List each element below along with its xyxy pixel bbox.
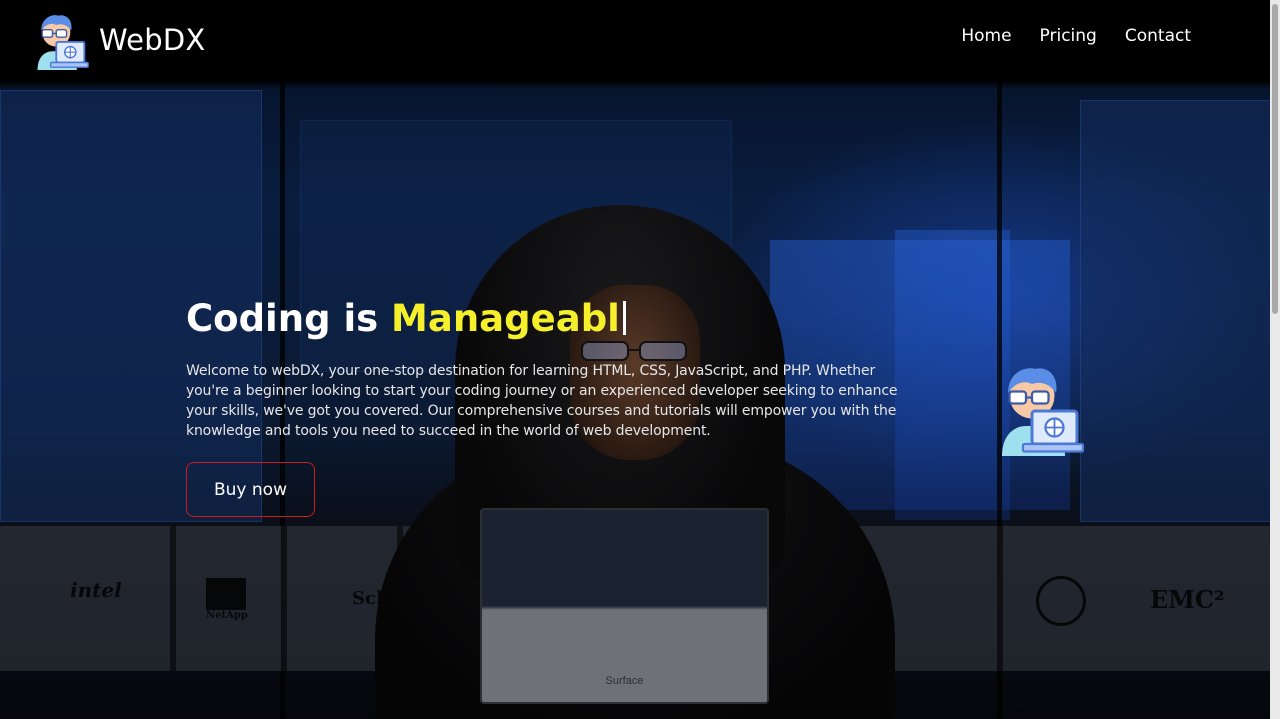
intel-logo: intel <box>70 578 122 602</box>
laptop: Surface <box>480 508 769 704</box>
netapp-logo: NetApp <box>206 578 248 621</box>
hero-title: Coding is Manageabl <box>186 296 902 342</box>
hero-title-prefix: Coding is <box>186 297 379 340</box>
nav-pricing-link[interactable]: Pricing <box>1040 26 1097 46</box>
emc-logo: EMC² <box>1150 585 1225 614</box>
developer-avatar-icon <box>1002 368 1085 456</box>
page-scrollbar[interactable] <box>1270 0 1280 719</box>
laptop-brand-mark: Surface <box>605 675 644 687</box>
hero-description: Welcome to webDX, your one-stop destinat… <box>186 363 898 439</box>
buy-now-button[interactable]: Buy now <box>186 462 315 517</box>
navbar: WebDX Home Pricing Contact <box>0 0 1270 84</box>
nav-contact-link[interactable]: Contact <box>1125 26 1191 46</box>
brand[interactable]: WebDX <box>30 10 205 70</box>
developer-avatar-icon <box>37 15 89 70</box>
nav-home-link[interactable]: Home <box>961 26 1011 46</box>
server-rack <box>1080 100 1270 522</box>
dell-logo <box>1036 576 1086 626</box>
scrollbar-thumb[interactable] <box>1272 4 1278 314</box>
hero-title-typed: Manageabl <box>391 297 620 340</box>
hero-section: Coding is Manageabl Welcome to webDX, yo… <box>186 296 902 517</box>
main-nav: Home Pricing Contact <box>961 26 1191 46</box>
brand-name: WebDX <box>99 23 206 57</box>
typing-cursor <box>622 301 626 335</box>
